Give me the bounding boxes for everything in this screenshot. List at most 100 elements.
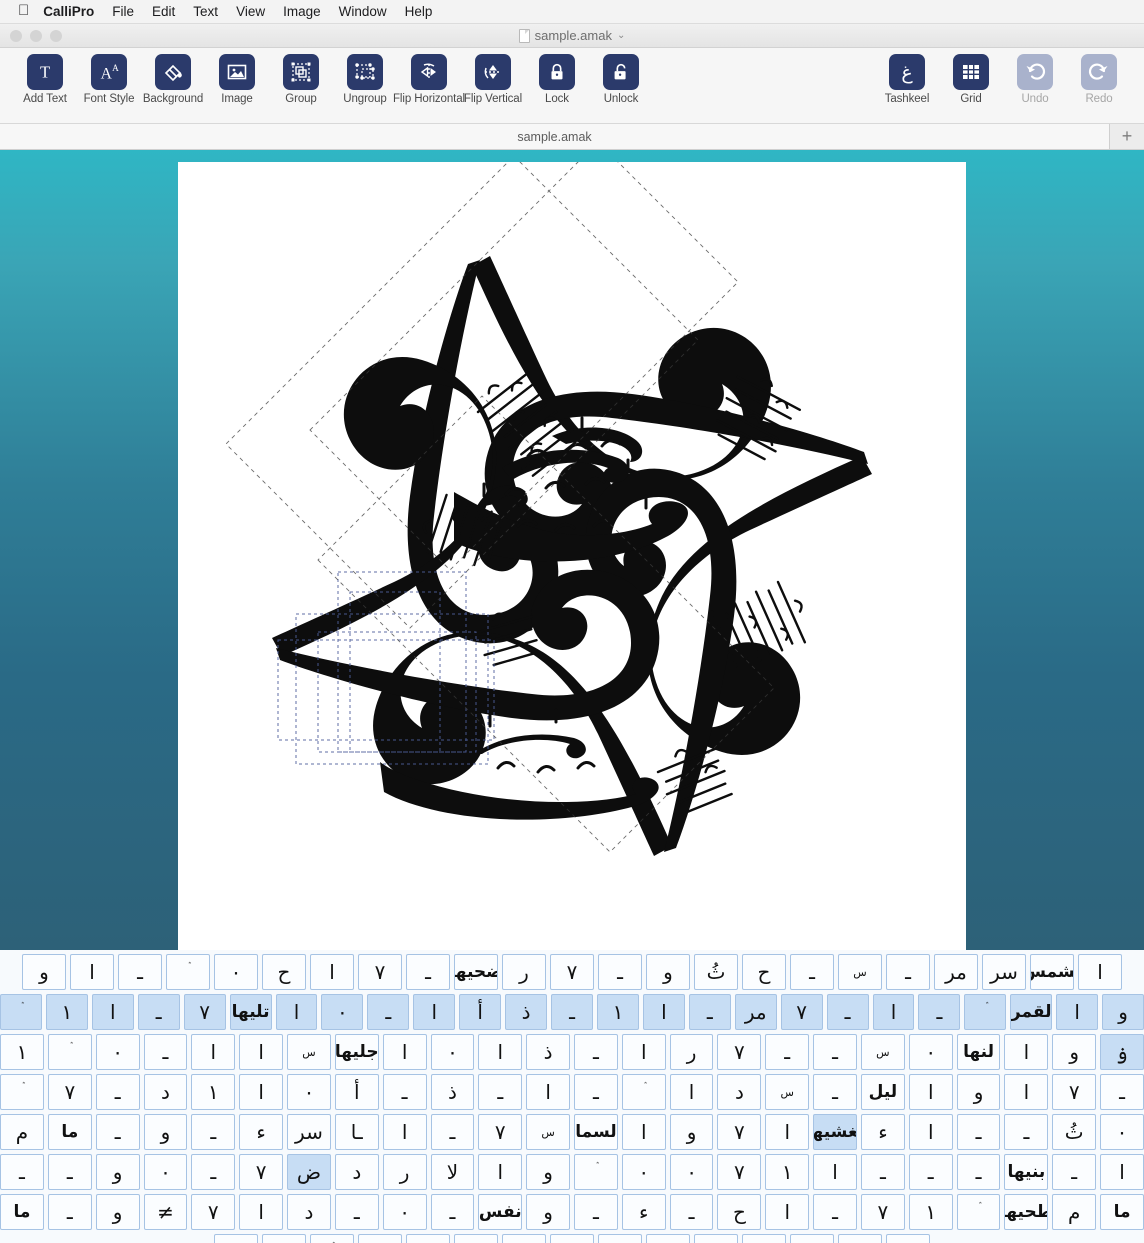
- glyph-cell[interactable]: سر: [982, 954, 1026, 990]
- glyph-cell[interactable]: ا: [765, 1194, 810, 1230]
- glyph-cell[interactable]: ٧: [239, 1154, 284, 1190]
- glyph-cell[interactable]: ٠: [262, 1234, 306, 1243]
- glyph-cell[interactable]: لا: [430, 1154, 475, 1190]
- glyph-cell[interactable]: و: [526, 1194, 570, 1230]
- glyph-cell[interactable]: و: [95, 1154, 140, 1190]
- glyph-cell[interactable]: ١: [0, 1034, 44, 1070]
- glyph-cell[interactable]: ۛ: [310, 1234, 354, 1243]
- glyph-cell[interactable]: ـ: [191, 1154, 236, 1190]
- menu-item-file[interactable]: File: [112, 4, 134, 19]
- glyph-cell[interactable]: ح: [262, 954, 306, 990]
- glyph-cell[interactable]: أ: [334, 1074, 379, 1110]
- glyph-cell[interactable]: م: [1052, 1194, 1097, 1230]
- menu-item-window[interactable]: Window: [339, 4, 387, 19]
- flip-horizontal-button[interactable]: Flip Horizontal: [393, 54, 465, 105]
- menu-item-image[interactable]: Image: [283, 4, 321, 19]
- glyph-cell[interactable]: ا: [872, 994, 915, 1030]
- glyph-cell[interactable]: ٠: [669, 1154, 714, 1190]
- glyph-cell[interactable]: و: [669, 1114, 714, 1150]
- glyph-cell[interactable]: ۏ: [1100, 1034, 1144, 1070]
- glyph-cell[interactable]: يغشيها: [813, 1114, 857, 1150]
- glyph-cell[interactable]: ا: [642, 994, 685, 1030]
- glyph-cell[interactable]: ٠: [382, 1194, 427, 1230]
- glyph-cell[interactable]: ـ: [47, 1154, 92, 1190]
- glyph-cell[interactable]: ا: [526, 1074, 570, 1110]
- glyph-cell[interactable]: ا: [239, 1074, 284, 1110]
- glyph-cell[interactable]: ـ: [646, 1234, 690, 1243]
- glyph-cell[interactable]: ـ: [813, 1034, 857, 1070]
- background-button[interactable]: Background: [142, 54, 204, 105]
- glyph-cell[interactable]: ٠: [143, 1154, 188, 1190]
- undo-button[interactable]: Undo: [1004, 54, 1066, 105]
- glyph-cell[interactable]: ۛ: [166, 954, 210, 990]
- glyph-cell[interactable]: ٧: [47, 1074, 92, 1110]
- glyph-cell[interactable]: ء: [860, 1114, 905, 1150]
- glyph-cell[interactable]: ـ: [826, 994, 869, 1030]
- minimize-window-button[interactable]: [30, 29, 42, 42]
- glyph-cell[interactable]: ضحيها: [454, 954, 498, 990]
- glyph-cell[interactable]: يها: [550, 1234, 594, 1243]
- glyph-cell[interactable]: ر: [669, 1034, 714, 1070]
- menu-item-edit[interactable]: Edit: [152, 4, 175, 19]
- glyph-cell[interactable]: ء: [621, 1194, 666, 1230]
- glyph-cell[interactable]: ا: [1004, 1034, 1049, 1070]
- glyph-cell[interactable]: لشمس: [1030, 954, 1074, 990]
- glyph-cell[interactable]: ا: [478, 1034, 523, 1070]
- glyph-cell[interactable]: و: [526, 1154, 570, 1190]
- glyph-cell[interactable]: ا: [621, 1034, 666, 1070]
- glyph-cell[interactable]: مر: [734, 994, 777, 1030]
- glyph-cell[interactable]: ـ: [143, 1034, 188, 1070]
- glyph-cell[interactable]: ـ: [191, 1114, 236, 1150]
- glyph-cell[interactable]: ٧: [191, 1194, 236, 1230]
- glyph-cell[interactable]: ا: [382, 1034, 427, 1070]
- glyph-cell[interactable]: ۛ: [47, 1034, 92, 1070]
- glyph-cell[interactable]: ـ: [118, 954, 162, 990]
- glyph-cell[interactable]: ٧: [502, 1234, 546, 1243]
- glyph-cell[interactable]: ا: [91, 994, 134, 1030]
- glyph-cell[interactable]: ٠: [1100, 1114, 1144, 1150]
- glyph-cell[interactable]: ر: [382, 1154, 427, 1190]
- menu-app-name[interactable]: CalliPro: [43, 4, 94, 19]
- glyph-cell[interactable]: و: [95, 1194, 140, 1230]
- font-style-button[interactable]: AA Font Style: [78, 54, 140, 105]
- glyph-cell[interactable]: ا: [382, 1114, 427, 1150]
- glyph-cell[interactable]: ۛ: [964, 994, 1007, 1030]
- menu-item-text[interactable]: Text: [193, 4, 218, 19]
- glyph-cell[interactable]: ـا: [334, 1114, 379, 1150]
- glyph-cell[interactable]: نفس: [478, 1194, 523, 1230]
- apple-icon[interactable]: : [18, 3, 29, 18]
- glyph-cell[interactable]: مر: [934, 954, 978, 990]
- glyph-cell[interactable]: أ: [459, 994, 502, 1030]
- glyph-cell[interactable]: ١: [191, 1074, 236, 1110]
- glyph-cell[interactable]: ـ: [1004, 1114, 1049, 1150]
- glyph-cell[interactable]: ٠: [621, 1154, 666, 1190]
- glyph-cell[interactable]: ـ: [886, 954, 930, 990]
- glyph-cell[interactable]: ـ: [765, 1034, 810, 1070]
- glyph-cell[interactable]: ثُ: [694, 954, 738, 990]
- glyph-cell[interactable]: ٠: [214, 954, 258, 990]
- glyph-cell[interactable]: ٧: [860, 1194, 905, 1230]
- glyph-cell[interactable]: ۛ: [0, 1074, 44, 1110]
- glyph-cell[interactable]: ـ: [47, 1194, 92, 1230]
- glyph-cell[interactable]: ٠: [95, 1034, 140, 1070]
- glyph-cell[interactable]: د: [717, 1074, 762, 1110]
- glyph-cell[interactable]: ا: [1100, 1154, 1144, 1190]
- glyph-cell[interactable]: ٧: [780, 994, 823, 1030]
- glyph-cell[interactable]: م: [0, 1114, 44, 1150]
- glyph-cell[interactable]: لسما: [574, 1114, 618, 1150]
- lock-button[interactable]: Lock: [526, 54, 588, 105]
- glyph-cell[interactable]: ثُ: [1052, 1114, 1097, 1150]
- artboard[interactable]: [178, 162, 966, 950]
- glyph-cell[interactable]: ـ: [860, 1154, 905, 1190]
- glyph-cell[interactable]: ١: [45, 994, 88, 1030]
- glyph-cell[interactable]: ـ: [0, 1154, 44, 1190]
- glyph-cell[interactable]: و: [646, 954, 690, 990]
- glyph-cell[interactable]: ا: [813, 1154, 857, 1190]
- glyph-cell[interactable]: ليل: [860, 1074, 905, 1110]
- glyph-cell[interactable]: ا: [70, 954, 114, 990]
- glyph-cell[interactable]: ح: [717, 1194, 762, 1230]
- glyph-cell[interactable]: ـ: [551, 994, 593, 1030]
- glyph-cell[interactable]: ا: [239, 1034, 284, 1070]
- glyph-cell[interactable]: #: [214, 1234, 258, 1243]
- calligraphy-artwork[interactable]: [178, 162, 966, 950]
